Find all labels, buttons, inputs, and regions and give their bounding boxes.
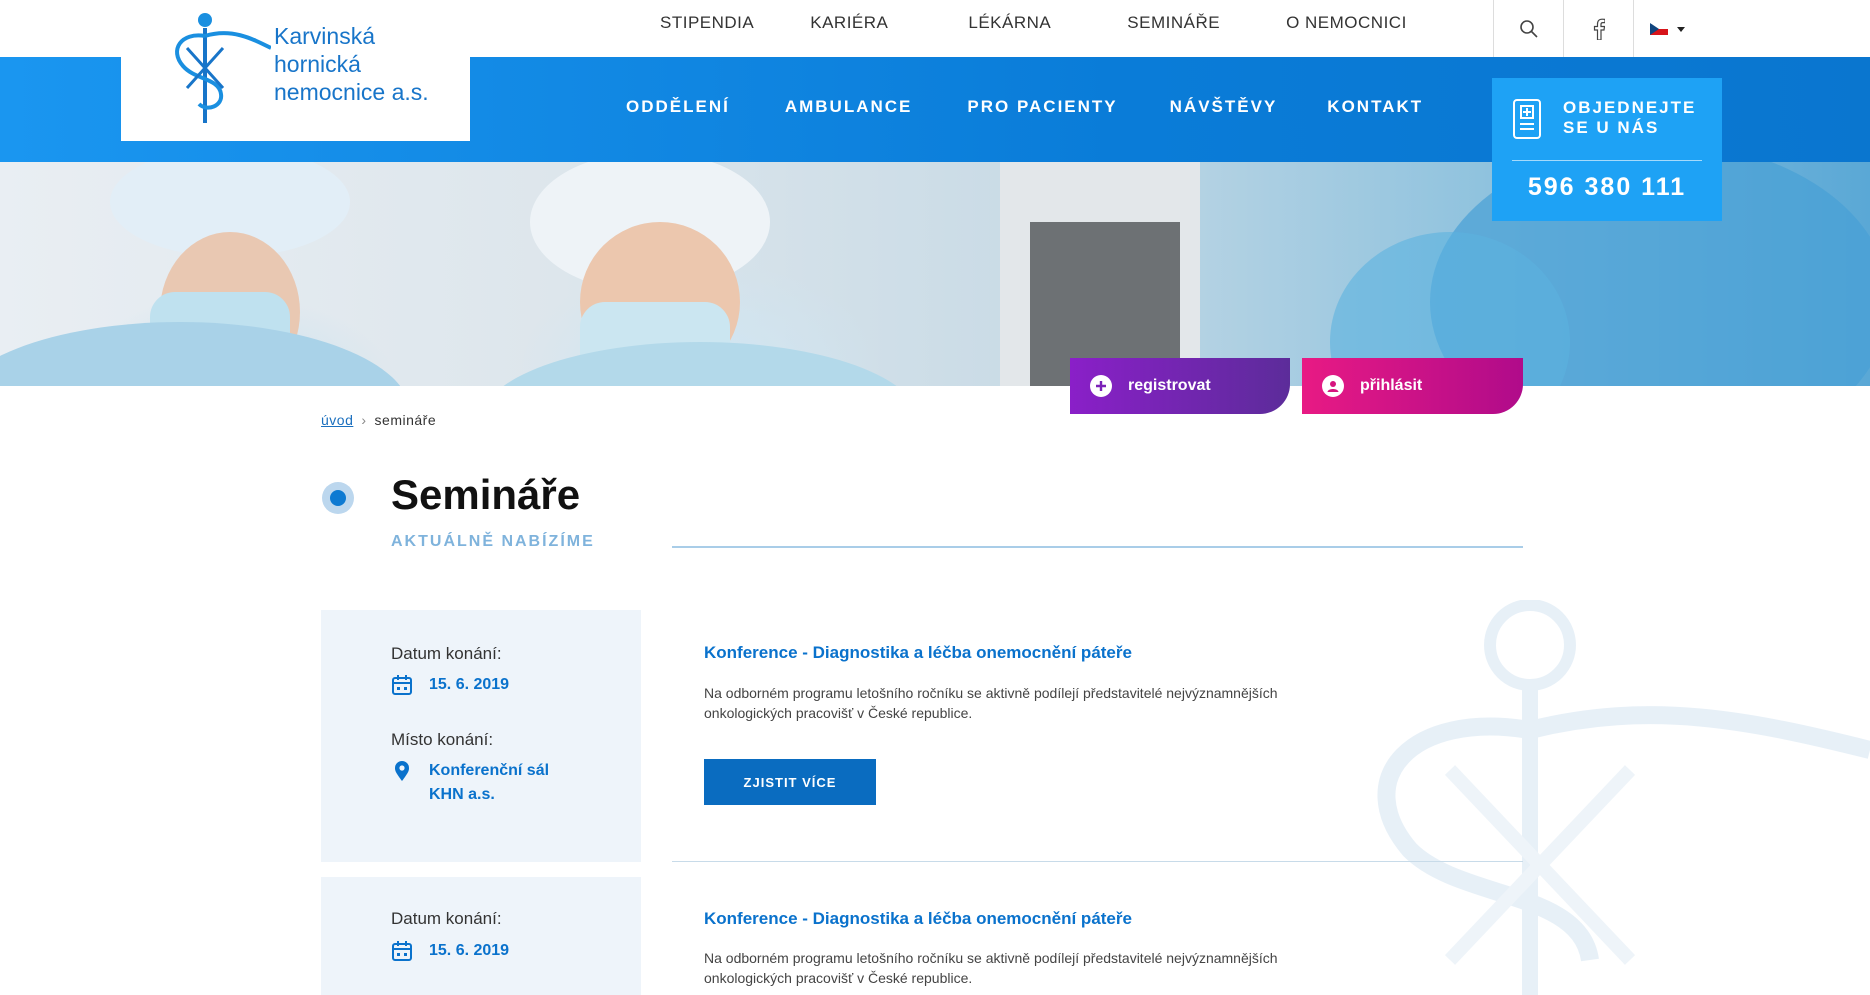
event-1-info: Datum konání: 15. 6. 2019 Místo konání: … <box>321 610 641 862</box>
caduceus-watermark-icon <box>1377 600 1870 995</box>
register-button[interactable]: registrovat <box>1070 358 1290 414</box>
plus-icon <box>1090 375 1112 397</box>
topnav-o-nemocnici[interactable]: O NEMOCNICI <box>1286 13 1407 33</box>
event-1-place-line-1: Konferenční sál <box>429 762 550 779</box>
phone-tablet-icon <box>1513 99 1541 139</box>
nav-oddeleni[interactable]: ODDĚLENÍ <box>626 97 730 117</box>
nav-kontakt[interactable]: KONTAKT <box>1327 97 1423 117</box>
event-1-place-label: Místo konání: <box>391 730 494 749</box>
event-1-place-line-2: KHN a.s. <box>429 786 495 803</box>
register-label: registrovat <box>1128 377 1211 394</box>
event-2-info: Datum konání: 15. 6. 2019 <box>321 877 641 995</box>
event-2-description-line-1: Na odborném programu letošního ročníku s… <box>704 950 1278 966</box>
title-divider <box>672 546 1523 548</box>
facebook-link[interactable] <box>1563 0 1633 57</box>
topnav-stipendia[interactable]: STIPENDIA <box>660 13 754 33</box>
facebook-icon <box>1593 18 1605 40</box>
topnav-kariera[interactable]: KARIÉRA <box>810 13 888 33</box>
breadcrumb-separator: › <box>361 412 367 428</box>
main-navigation: ODDĚLENÍ AMBULANCE PRO PACIENTY NÁVŠTĚVY… <box>626 57 1423 157</box>
title-bullet-icon <box>322 482 354 514</box>
caduceus-logo-icon <box>175 13 271 123</box>
order-label-line-1: OBJEDNEJTE <box>1563 98 1697 117</box>
event-2-title[interactable]: Konference - Diagnostika a léčba onemocn… <box>704 909 1132 929</box>
order-divider <box>1512 160 1702 161</box>
login-button[interactable]: přihlásit <box>1302 358 1523 414</box>
event-1-description-line-2: onkologických pracovišť v České republic… <box>704 705 973 721</box>
breadcrumb-home[interactable]: úvod <box>321 412 353 428</box>
logo-line-2: hornická <box>274 51 361 77</box>
event-1-place: Konferenční sál KHN a.s. <box>429 759 549 807</box>
login-label: přihlásit <box>1360 377 1423 394</box>
breadcrumb-current: semináře <box>374 412 437 428</box>
event-2-description-line-2: onkologických pracovišť v České republic… <box>704 970 973 986</box>
user-icon <box>1322 375 1344 397</box>
order-label: OBJEDNEJTE SE U NÁS <box>1563 98 1713 138</box>
location-pin-icon <box>395 761 409 781</box>
logo-line-1: Karvinská <box>274 23 375 49</box>
event-1-date-label: Datum konání: <box>391 644 502 663</box>
event-1-description-line-1: Na odborném programu letošního ročníku s… <box>704 685 1278 701</box>
chevron-down-icon <box>1676 26 1685 32</box>
breadcrumb: úvod › semináře <box>321 412 436 428</box>
event-1-more-button[interactable]: ZJISTIT VÍCE <box>704 759 876 805</box>
search-button[interactable] <box>1493 0 1563 57</box>
order-label-line-2: SE U NÁS <box>1563 118 1660 137</box>
czech-flag-icon <box>1649 22 1668 35</box>
event-2-date-label: Datum konání: <box>391 909 502 928</box>
nav-pro-pacienty[interactable]: PRO PACIENTY <box>967 97 1117 117</box>
event-2-description: Na odborném programu letošního ročníku s… <box>704 948 1384 988</box>
event-2-date: 15. 6. 2019 <box>429 942 510 959</box>
event-1-title[interactable]: Konference - Diagnostika a léčba onemocn… <box>704 643 1132 663</box>
event-separator <box>672 861 1523 862</box>
page-title: Semináře <box>391 471 581 518</box>
top-navigation: STIPENDIA KARIÉRA LÉKÁRNA SEMINÁŘE O NEM… <box>660 0 1407 45</box>
search-icon <box>1519 19 1538 38</box>
top-tools <box>1493 0 1703 57</box>
nav-navstevy[interactable]: NÁVŠTĚVY <box>1170 97 1278 117</box>
nav-ambulance[interactable]: AMBULANCE <box>785 97 913 117</box>
page-subtitle: AKTUÁLNĚ NABÍZÍME <box>391 533 595 550</box>
calendar-icon <box>392 941 412 961</box>
calendar-icon <box>392 675 412 695</box>
event-1-date: 15. 6. 2019 <box>429 676 510 693</box>
logo-text: Karvinská hornická nemocnice a.s. <box>274 22 429 106</box>
event-1-description: Na odborném programu letošního ročníku s… <box>704 683 1384 723</box>
order-phone[interactable]: 596 380 111 <box>1492 173 1722 202</box>
topnav-lekarna[interactable]: LÉKÁRNA <box>968 13 1051 33</box>
logo-line-3: nemocnice a.s. <box>274 79 429 105</box>
order-box[interactable]: OBJEDNEJTE SE U NÁS 596 380 111 <box>1492 78 1722 221</box>
topnav-seminare[interactable]: SEMINÁŘE <box>1127 13 1220 33</box>
hospital-logo[interactable]: Karvinská hornická nemocnice a.s. <box>121 0 470 141</box>
language-select[interactable] <box>1633 0 1703 57</box>
